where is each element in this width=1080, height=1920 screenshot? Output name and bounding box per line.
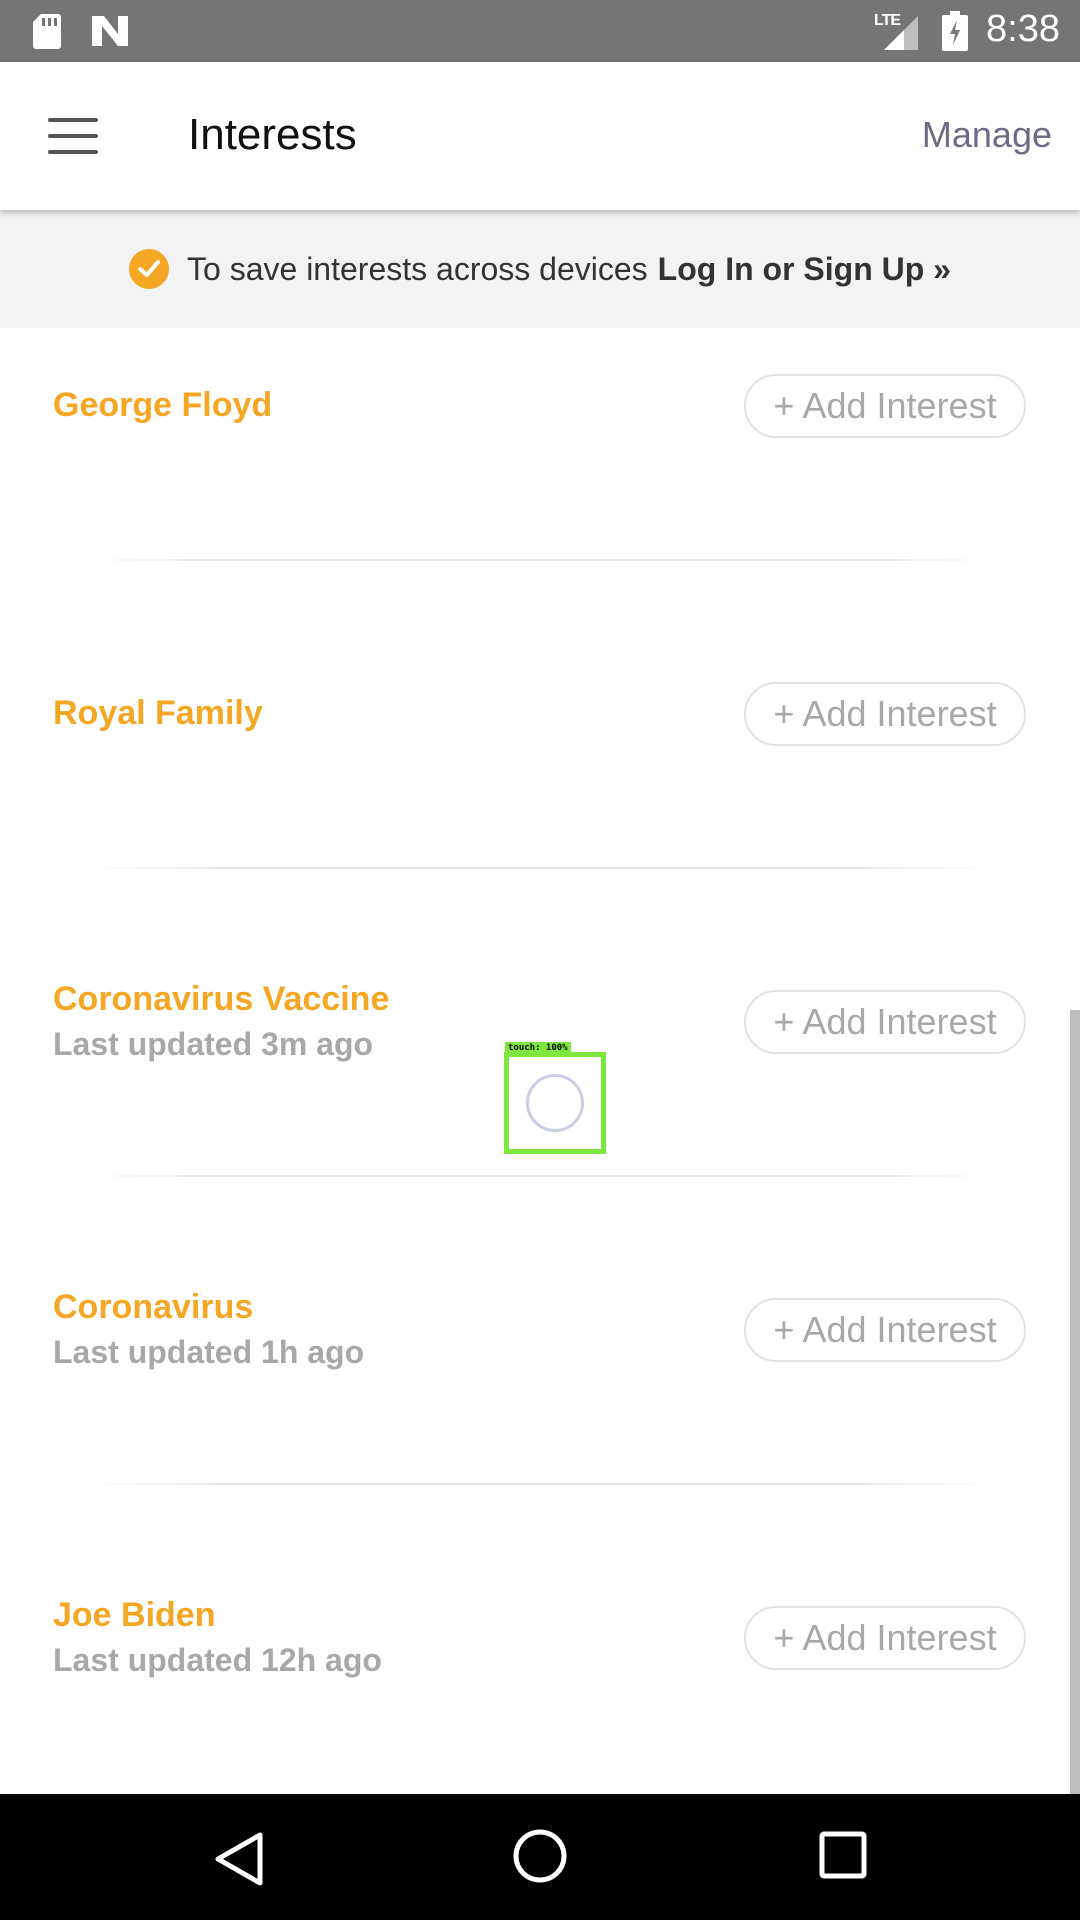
add-interest-button[interactable]: + Add Interest [744, 1606, 1026, 1670]
sd-card-icon [33, 14, 61, 49]
divider [90, 1175, 990, 1177]
divider [90, 1483, 990, 1485]
app-bar: Interests Manage [0, 62, 1080, 210]
recents-icon[interactable] [818, 1830, 868, 1880]
manage-button[interactable]: Manage [922, 114, 1052, 156]
navigation-bar [0, 1794, 1080, 1920]
hamburger-menu-icon[interactable] [48, 118, 98, 154]
interest-title[interactable]: George Floyd [53, 386, 272, 425]
interest-title[interactable]: Coronavirus Vaccine [53, 980, 389, 1019]
touch-point-icon [526, 1074, 584, 1132]
login-signup-link[interactable]: Log In or Sign Up » [658, 251, 951, 288]
check-circle-icon [129, 249, 170, 289]
home-icon[interactable] [512, 1828, 568, 1884]
last-updated-text: Last updated 1h ago [53, 1334, 365, 1370]
divider [90, 559, 990, 561]
n-notification-icon [92, 16, 128, 46]
list-item: Coronavirus Last updated 1h ago + Add In… [0, 1252, 1080, 1560]
clock: 8:38 [986, 8, 1060, 50]
signal-icon [884, 16, 918, 50]
back-icon[interactable] [210, 1830, 270, 1888]
interest-title[interactable]: Joe Biden [53, 1596, 215, 1635]
add-interest-button[interactable]: + Add Interest [744, 374, 1026, 438]
list-item: George Floyd + Add Interest [0, 328, 1080, 636]
last-updated-text: Last updated 12h ago [53, 1642, 382, 1678]
battery-charging-icon [942, 11, 968, 51]
last-updated-text: Last updated 3m ago [53, 1026, 374, 1062]
interest-title[interactable]: Coronavirus [53, 1288, 253, 1327]
banner-text: To save interests across devices [187, 250, 648, 287]
login-banner: To save interests across devices Log In … [0, 210, 1080, 328]
scrollbar[interactable] [1070, 1010, 1080, 1794]
page-title: Interests [188, 110, 357, 159]
add-interest-button[interactable]: + Add Interest [744, 990, 1026, 1054]
add-interest-button[interactable]: + Add Interest [744, 1298, 1026, 1362]
add-interest-button[interactable]: + Add Interest [744, 682, 1026, 746]
status-bar: LTE 8:38 [0, 0, 1080, 62]
interest-title[interactable]: Royal Family [53, 694, 263, 733]
divider [90, 867, 990, 869]
list-item: Royal Family + Add Interest [0, 636, 1080, 944]
